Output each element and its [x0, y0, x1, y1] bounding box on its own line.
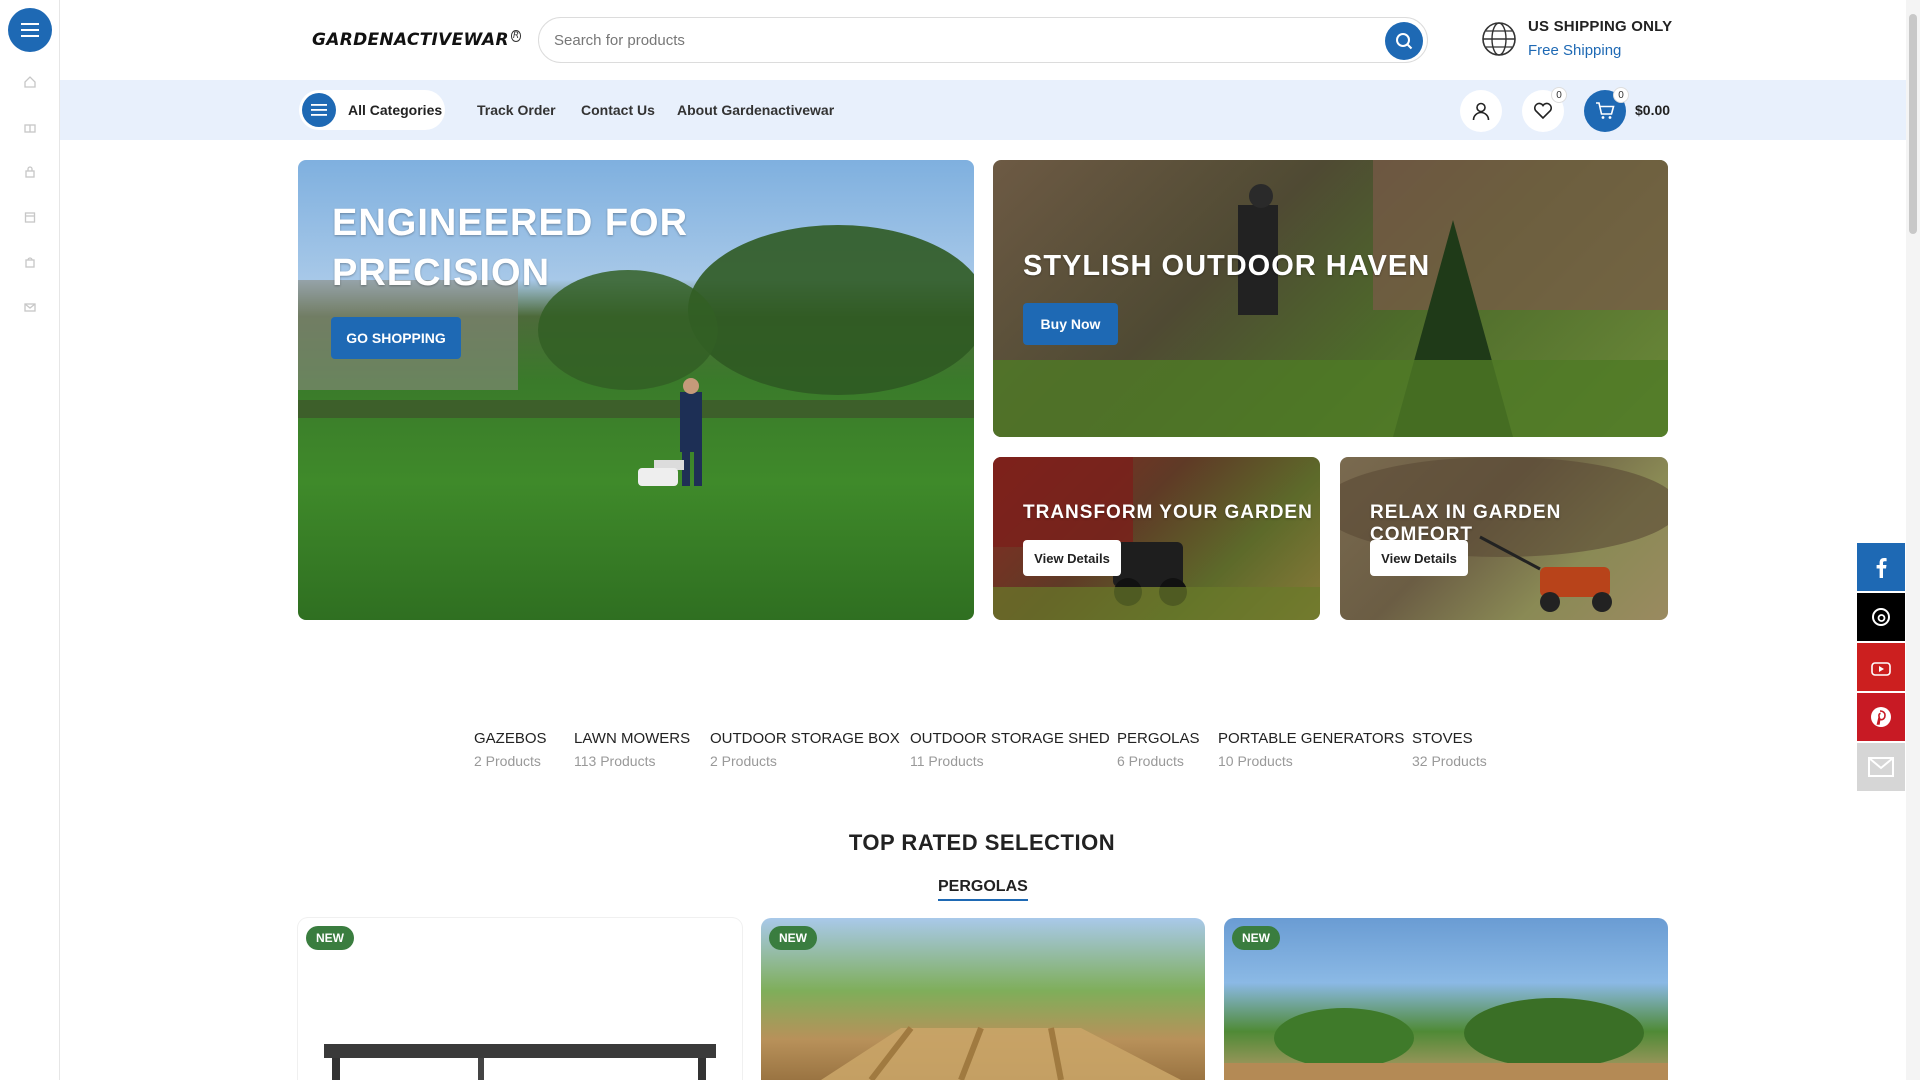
category-count: 32 Products	[1412, 753, 1487, 769]
product-card[interactable]: NEW	[1224, 918, 1668, 1080]
category-name: STOVES	[1412, 730, 1473, 747]
product-card[interactable]: NEW	[761, 918, 1205, 1080]
hamburger-icon	[302, 93, 336, 127]
site-header: GARDENACTIVEWARR US SHIPPING ONLY Free S…	[60, 0, 1906, 80]
facebook-icon	[1876, 558, 1887, 578]
mail-icon	[1868, 757, 1894, 777]
cart-total[interactable]: $0.00	[1635, 102, 1670, 118]
category-name: OUTDOOR STORAGE SHED	[910, 730, 1110, 747]
category-count: 6 Products	[1117, 753, 1184, 769]
category-item-pergolas[interactable]: PERGOLAS 6 Products	[1117, 730, 1200, 769]
all-categories-label: All Categories	[348, 102, 443, 118]
gift-icon[interactable]	[22, 119, 38, 135]
category-item-gazebos[interactable]: GAZEBOS 2 Products	[474, 730, 547, 769]
account-button[interactable]	[1460, 90, 1502, 132]
category-count: 2 Products	[710, 753, 777, 769]
lock-icon[interactable]	[22, 164, 38, 180]
wishlist-count: 0	[1551, 87, 1567, 103]
nav-contact-us[interactable]: Contact Us	[581, 102, 655, 118]
logo-text: GARDENACTIVEWAR	[312, 30, 509, 50]
bag-icon[interactable]	[22, 254, 38, 270]
category-name: GAZEBOS	[474, 730, 547, 747]
all-categories-button[interactable]: All Categories	[299, 90, 445, 130]
left-rail	[0, 0, 60, 1080]
category-name: PORTABLE GENERATORS	[1218, 730, 1405, 747]
mail-icon[interactable]	[22, 299, 38, 315]
banner-photo-trimmer	[993, 160, 1668, 437]
tab-pergolas[interactable]: PERGOLAS	[938, 878, 1028, 901]
search-bar	[538, 17, 1428, 63]
nav-track-order[interactable]: Track Order	[477, 102, 556, 118]
category-count: 113 Products	[574, 753, 656, 769]
new-badge: NEW	[306, 926, 354, 950]
product-image-cedar-pergola	[1224, 998, 1668, 1080]
product-image-pergola	[324, 1044, 716, 1080]
banner-relax-comfort[interactable]: RELAX IN GARDEN COMFORT View Details	[1340, 457, 1668, 620]
calendar-icon[interactable]	[22, 209, 38, 225]
pinterest-icon	[1871, 707, 1891, 727]
product-image-wood-pergola	[821, 1026, 1181, 1080]
search-button[interactable]	[1385, 22, 1423, 60]
globe-icon	[1482, 22, 1516, 56]
product-card[interactable]: NEW	[298, 918, 742, 1080]
category-count: 10 Products	[1218, 753, 1293, 769]
shipping-title: US SHIPPING ONLY	[1528, 18, 1673, 35]
email-share-button[interactable]	[1857, 743, 1905, 791]
category-name: OUTDOOR STORAGE BOX	[710, 730, 900, 747]
nav-bar: All Categories Track Order Contact Us Ab…	[60, 80, 1906, 140]
scrollbar-thumb[interactable]	[1909, 14, 1917, 234]
new-badge: NEW	[1232, 926, 1280, 950]
buy-now-button[interactable]: Buy Now	[1023, 303, 1118, 345]
nav-about[interactable]: About Gardenactivewar	[677, 102, 834, 118]
category-count: 11 Products	[910, 753, 984, 769]
cart-icon	[1596, 102, 1615, 119]
cart-button[interactable]: 0	[1584, 87, 1629, 132]
category-count: 2 Products	[474, 753, 541, 769]
youtube-icon	[1871, 662, 1891, 676]
view-details-button[interactable]: View Details	[1023, 540, 1121, 576]
user-icon	[1472, 102, 1490, 121]
banner-transform-garden[interactable]: TRANSFORM YOUR GARDEN View Details	[993, 457, 1320, 620]
go-shopping-button[interactable]: GO SHOPPING	[331, 317, 461, 359]
category-item-portable-generators[interactable]: PORTABLE GENERATORS 10 Products	[1218, 730, 1404, 769]
section-title: TOP RATED SELECTION	[848, 830, 1116, 855]
banner-stylish-outdoor[interactable]: STYLISH OUTDOOR HAVEN Buy Now	[993, 160, 1668, 437]
banner-title: TRANSFORM YOUR GARDEN	[1023, 502, 1313, 523]
registered-mark: R	[510, 30, 522, 43]
hamburger-icon	[21, 23, 39, 37]
home-icon[interactable]	[22, 74, 38, 90]
hero-banner-precision[interactable]: ENGINEERED FOR PRECISION GO SHOPPING	[298, 160, 974, 620]
shipping-subtitle[interactable]: Free Shipping	[1528, 42, 1621, 59]
category-item-lawn-mowers[interactable]: LAWN MOWERS 113 Products	[574, 730, 690, 769]
category-item-outdoor-storage-box[interactable]: OUTDOOR STORAGE BOX 2 Products	[710, 730, 900, 769]
category-item-outdoor-storage-shed[interactable]: OUTDOOR STORAGE SHED 11 Products	[910, 730, 1110, 769]
category-name: LAWN MOWERS	[574, 730, 691, 747]
youtube-button[interactable]	[1857, 643, 1905, 691]
pinterest-button[interactable]	[1857, 693, 1905, 741]
wishlist-button[interactable]: 0	[1522, 87, 1567, 132]
search-icon	[1396, 33, 1413, 50]
threads-button[interactable]	[1857, 593, 1905, 641]
site-logo[interactable]: GARDENACTIVEWAR R	[312, 30, 522, 50]
threads-icon	[1872, 608, 1890, 626]
banner-photo-tractor	[993, 457, 1320, 620]
category-item-stoves[interactable]: STOVES 32 Products	[1412, 730, 1487, 769]
search-input[interactable]	[554, 29, 1354, 51]
page-scrollbar[interactable]	[1906, 0, 1920, 1080]
new-badge: NEW	[769, 926, 817, 950]
category-name: PERGOLAS	[1117, 730, 1200, 747]
banner-title: STYLISH OUTDOOR HAVEN	[1023, 250, 1431, 282]
heart-icon	[1533, 102, 1553, 120]
banner-title: ENGINEERED FOR PRECISION	[332, 202, 689, 294]
cart-count: 0	[1613, 87, 1629, 103]
menu-toggle-button[interactable]	[8, 8, 52, 52]
facebook-button[interactable]	[1857, 543, 1905, 591]
view-details-button[interactable]: View Details	[1370, 540, 1468, 576]
